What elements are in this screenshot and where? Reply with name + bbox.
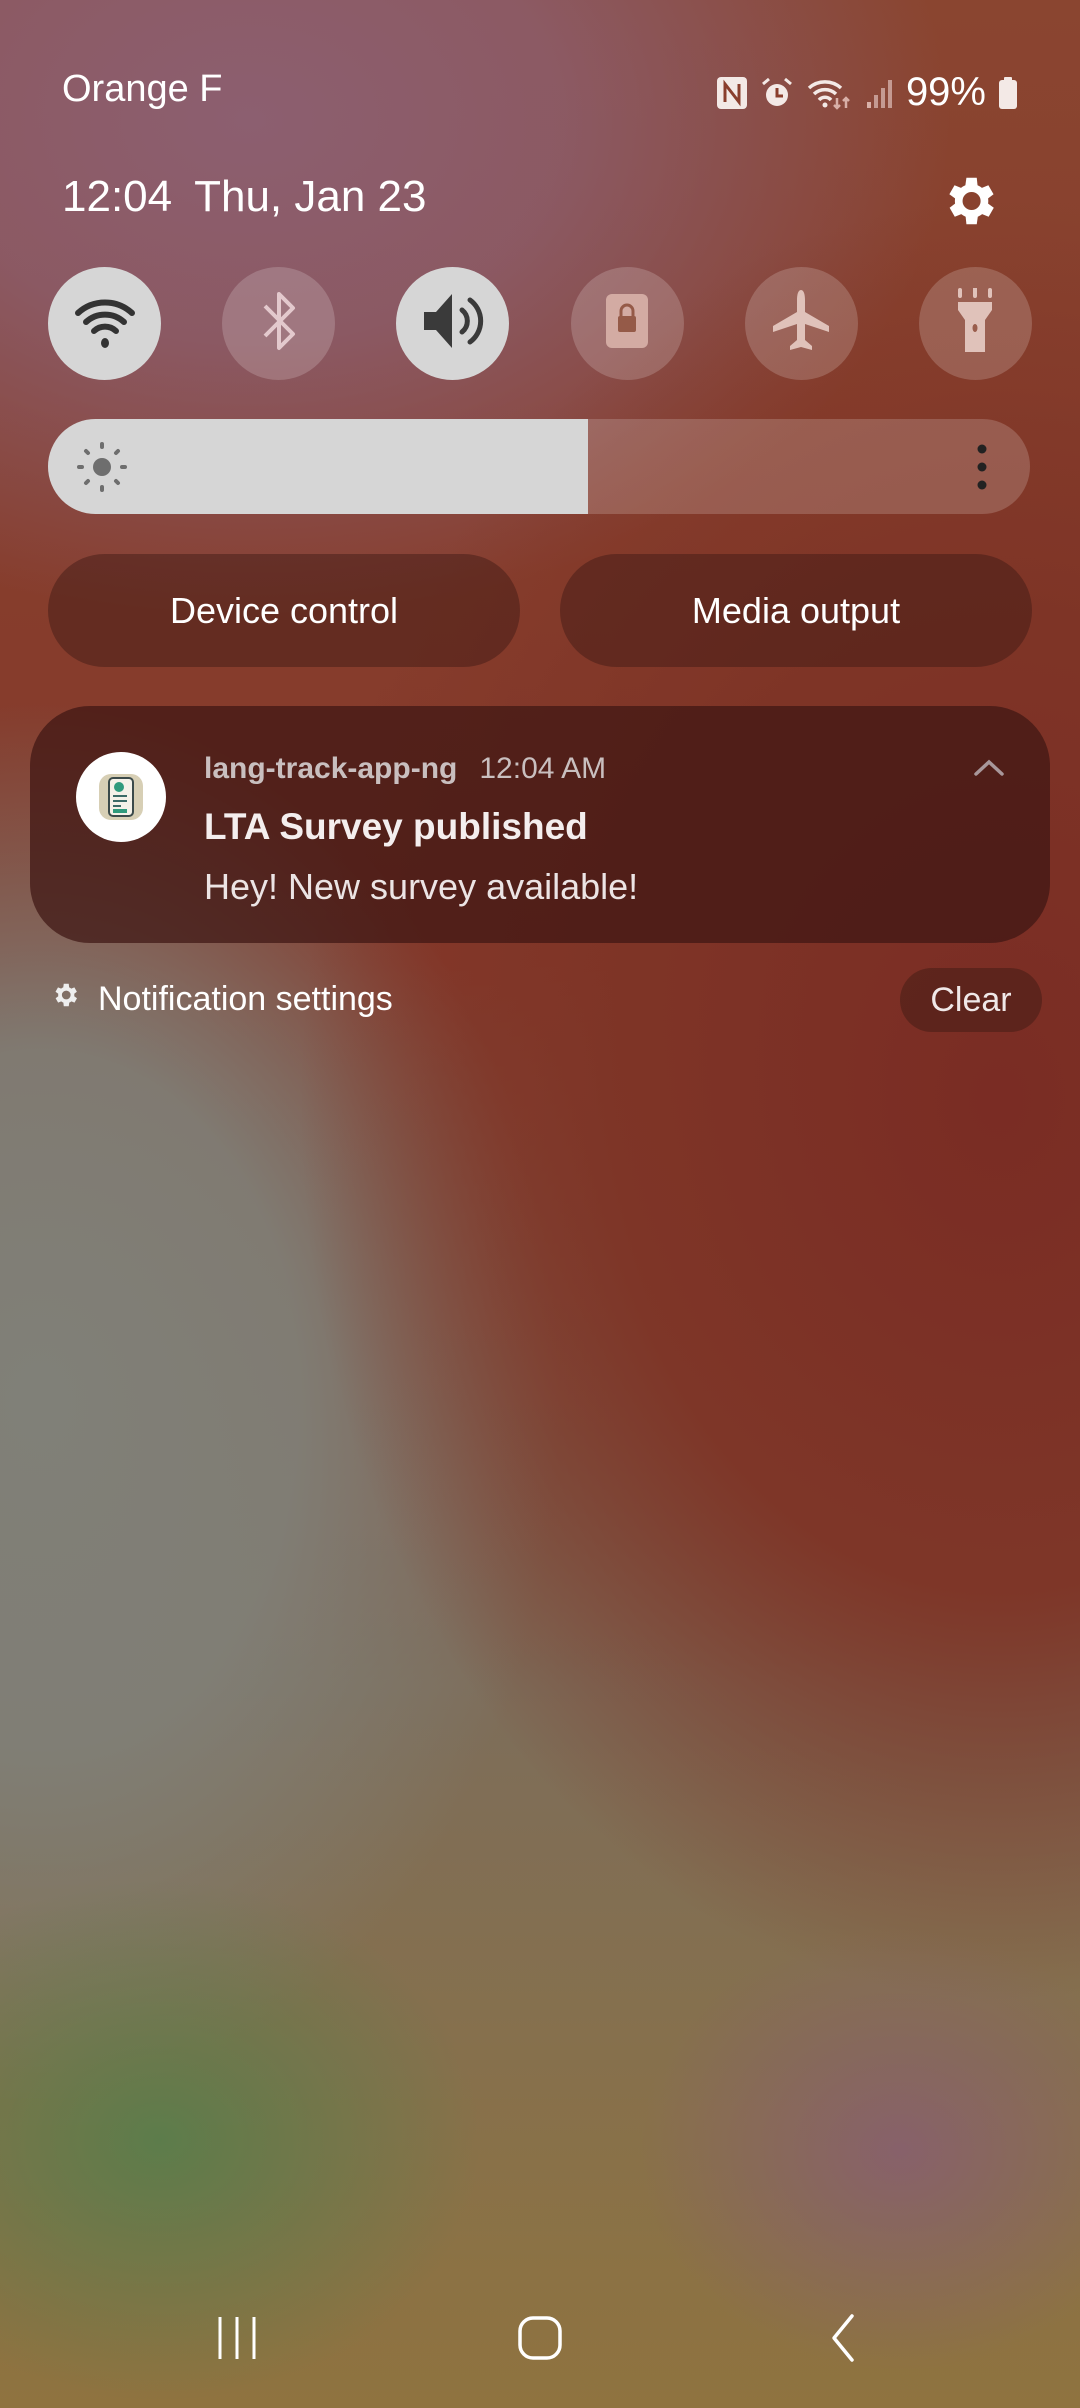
alarm-icon (760, 76, 794, 110)
signal-icon (866, 76, 894, 110)
notification-app-name: lang-track-app-ng (204, 752, 458, 785)
notification-time: 12:04 AM (479, 752, 607, 785)
tile-flashlight[interactable] (918, 267, 1032, 380)
home-button[interactable] (505, 2310, 575, 2370)
tile-airplane-mode[interactable] (744, 267, 858, 380)
tile-wifi[interactable] (48, 267, 161, 380)
recents-button[interactable] (202, 2310, 272, 2370)
notification-card[interactable]: lang-track-app-ng 12:04 AM LTA Survey pu… (30, 706, 1050, 943)
brightness-slider[interactable] (48, 419, 1030, 514)
wifi-icon (72, 291, 138, 356)
status-icons: 99% (716, 70, 1018, 115)
app-icon (76, 752, 166, 842)
quick-settings-tiles (48, 267, 1032, 380)
device-control-button[interactable]: Device control (48, 554, 520, 667)
clear-button[interactable]: Clear (900, 968, 1042, 1032)
settings-gear-icon[interactable] (938, 170, 1000, 232)
speaker-icon (418, 288, 488, 359)
notification-title: LTA Survey published (204, 806, 588, 847)
recents-icon (214, 2315, 260, 2366)
airplane-icon (769, 288, 833, 359)
chevron-up-icon[interactable] (972, 756, 1006, 780)
media-output-button[interactable]: Media output (560, 554, 1032, 667)
tile-bluetooth[interactable] (222, 267, 336, 380)
notification-body: Hey! New survey available! (204, 866, 639, 907)
home-icon (517, 2315, 563, 2366)
notification-settings-link[interactable]: Notification settings (50, 980, 393, 1019)
flashlight-icon (952, 286, 998, 359)
back-icon (828, 2313, 858, 2368)
notification-settings-label: Notification settings (98, 980, 393, 1018)
bluetooth-icon (259, 288, 299, 359)
carrier-name: Orange F (62, 68, 223, 110)
date-time: 12:04 Thu, Jan 23 (62, 172, 426, 222)
back-button[interactable] (808, 2310, 878, 2370)
date-label: Thu, Jan 23 (194, 172, 427, 221)
wifi-data-icon (806, 76, 854, 110)
battery-percent: 99% (905, 70, 986, 114)
more-vertical-icon[interactable] (976, 443, 988, 491)
lock-rotation-icon (604, 292, 650, 355)
sun-icon (76, 441, 128, 493)
nfc-icon (716, 76, 748, 110)
battery-icon (998, 76, 1018, 110)
gear-icon (50, 980, 80, 1019)
brightness-fill (48, 419, 589, 514)
clock-time: 12:04 (62, 172, 173, 221)
tile-sound[interactable] (396, 267, 510, 380)
tile-rotation-lock[interactable] (570, 267, 684, 380)
